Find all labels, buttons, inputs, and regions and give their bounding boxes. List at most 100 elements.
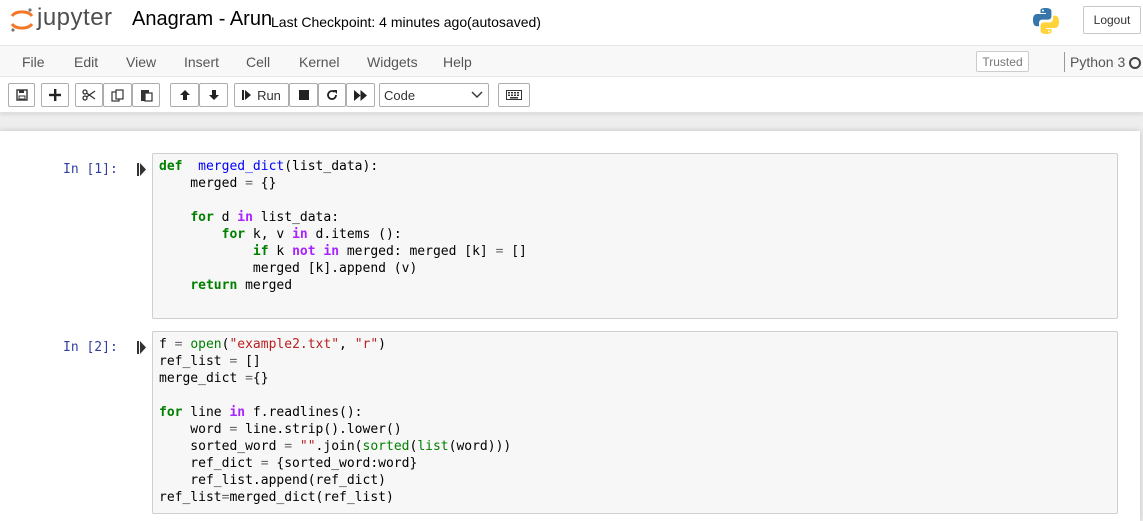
code-token: line.strip().lower() (237, 422, 402, 437)
code-line: merged = {} (159, 175, 1111, 192)
insert-cell-button[interactable] (41, 83, 69, 107)
kernel-status-icon (1129, 57, 1141, 69)
code-token: if (252, 244, 269, 259)
code-line: word = line.strip().lower() (159, 421, 1111, 438)
save-button[interactable] (8, 83, 35, 107)
code-token: k (268, 244, 293, 259)
menu-widgets[interactable]: Widgets (367, 54, 418, 70)
move-up-button[interactable] (170, 83, 199, 107)
code-line: for line in f.readlines(): (159, 404, 1111, 421)
arrow-up-icon (179, 90, 190, 100)
autosave-status: (autosaved) (467, 14, 541, 30)
code-line: if k not in merged: merged [k] = [] (159, 243, 1111, 260)
code-token: merged_dict (198, 159, 285, 174)
checkpoint-status: Last Checkpoint: 4 minutes ago (271, 14, 468, 30)
fast-forward-icon (354, 89, 367, 101)
code-token: d.items (): (307, 227, 402, 242)
menu-kernel[interactable]: Kernel (299, 54, 339, 70)
code-token: {sorted_word:word} (268, 456, 418, 471)
menu-file[interactable]: File (22, 54, 45, 70)
code-token: {} (252, 371, 269, 386)
code-token: merged: merged [k] (339, 244, 496, 259)
trusted-indicator[interactable]: Trusted (976, 51, 1029, 72)
code-token: sorted (362, 439, 410, 454)
run-label: Run (257, 87, 281, 103)
jupyter-logo-icon (10, 8, 34, 32)
arrow-down-icon (208, 90, 219, 100)
code-line: ref_list = [] (159, 353, 1111, 370)
move-down-button[interactable] (199, 83, 228, 107)
code-token: for (190, 210, 214, 225)
code-token: f (159, 337, 175, 352)
paste-icon (140, 89, 153, 102)
code-cell[interactable]: In [1]: def merged_dict(list_data): merg… (0, 153, 1140, 319)
code-line: merge_dict ={} (159, 370, 1111, 387)
code-editor[interactable]: f = open("example2.txt", "r") ref_list = … (153, 332, 1117, 510)
restart-run-all-button[interactable] (346, 83, 375, 107)
code-token: "r" (354, 337, 379, 352)
run-cell-icon[interactable] (137, 341, 146, 354)
code-line: for k, v in d.items (): (159, 226, 1111, 243)
copy-button[interactable] (103, 83, 132, 107)
code-token: (word))) (448, 439, 512, 454)
code-cell[interactable]: In [2]: f = open("example2.txt", "r") ref… (0, 331, 1140, 514)
code-token: "example2.txt" (229, 337, 340, 352)
menu-view[interactable]: View (126, 54, 156, 70)
code-token: list (417, 439, 449, 454)
paste-button[interactable] (132, 83, 160, 107)
code-token: line (182, 405, 230, 420)
code-token: .join( (315, 439, 363, 454)
code-token: = (284, 439, 293, 454)
run-cell-icon[interactable] (137, 163, 146, 176)
code-input[interactable]: f = open("example2.txt", "r") ref_list = … (152, 331, 1118, 514)
code-token: = (260, 456, 269, 471)
logout-button[interactable]: Logout (1083, 6, 1141, 34)
menu-edit[interactable]: Edit (74, 54, 98, 70)
code-token: ref_dict (159, 456, 261, 471)
code-token: def (159, 159, 183, 174)
code-token: sorted_word (159, 439, 285, 454)
code-line: f = open("example2.txt", "r") (159, 336, 1111, 353)
code-token: = (245, 371, 253, 386)
menu-help[interactable]: Help (443, 54, 472, 70)
code-editor[interactable]: def merged_dict(list_data): merged = {} … (153, 154, 1117, 298)
code-token: in (292, 227, 308, 242)
code-token: return (190, 278, 238, 293)
command-palette-button[interactable] (498, 83, 530, 107)
notebook-name[interactable]: Anagram - Arun (132, 8, 272, 31)
chevron-down-icon (471, 91, 483, 98)
code-token: k, v (245, 227, 293, 242)
code-token: list_data: (252, 210, 340, 225)
jupyter-logo[interactable]: jupyter (10, 4, 113, 34)
interrupt-kernel-button[interactable] (289, 83, 318, 107)
code-token: merged_dict(ref_list) (229, 490, 394, 505)
code-token: {} (252, 176, 277, 191)
run-button[interactable]: Run (234, 83, 289, 107)
code-token: word (159, 422, 230, 437)
cut-button[interactable] (75, 83, 103, 107)
code-line: merged [k].append (v) (159, 260, 1111, 277)
code-token: in (237, 210, 253, 225)
notebook-toolbar: Run Code (0, 80, 1143, 110)
code-token: merged [k].append (v) (159, 261, 418, 276)
restart-icon (327, 90, 337, 100)
kernel-name[interactable]: Python 3 (1070, 54, 1125, 70)
code-line: return merged (159, 277, 1111, 294)
cell-type-select[interactable]: Code (379, 83, 489, 107)
menu-cell[interactable]: Cell (246, 54, 270, 70)
code-token: ref_list.append(ref_dict) (159, 473, 386, 488)
restart-kernel-button[interactable] (318, 83, 346, 107)
code-token: ref_list (159, 354, 230, 369)
python-logo-icon (1032, 7, 1060, 40)
menu-insert[interactable]: Insert (184, 54, 219, 70)
code-token: ) (378, 337, 386, 352)
code-token: [] (237, 354, 261, 369)
code-token: [] (503, 244, 527, 259)
code-token: for (159, 405, 183, 420)
code-token: merge_dict (159, 371, 246, 386)
stop-icon (298, 90, 309, 100)
code-token: open (190, 337, 222, 352)
code-input[interactable]: def merged_dict(list_data): merged = {} … (152, 153, 1118, 319)
